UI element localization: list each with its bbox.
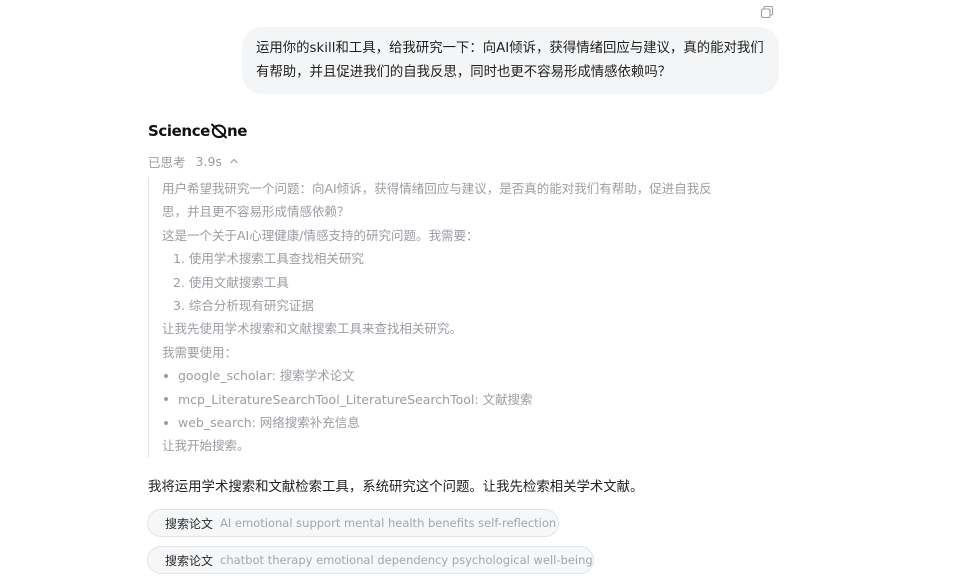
brand-text-right: ne bbox=[226, 122, 248, 140]
thinking-bullet-text: google_scholar: 搜索学术论文 bbox=[178, 368, 355, 384]
thinking-line: 我需要使用： bbox=[162, 344, 238, 360]
thinking-line: 这是一个关于AI心理健康/情感支持的研究问题。我需要： bbox=[162, 227, 479, 243]
user-message-line-1: 运用你的skill和工具，给我研究一下：向AI倾诉，获得情绪回应与建议，真的能对… bbox=[256, 41, 764, 56]
thinking-numbered-item: 3. 综合分析现有研究证据 bbox=[173, 298, 314, 314]
assistant-brand-logo: Science ne bbox=[148, 120, 247, 142]
thinking-numbered-item: 1. 使用学术搜索工具查找相关研究 bbox=[173, 251, 364, 267]
search-chip-label: 搜索论文 bbox=[165, 516, 214, 531]
chevron-up-icon bbox=[230, 158, 238, 164]
thinking-bullet-text: web_search: 网络搜索补充信息 bbox=[178, 415, 360, 431]
thinking-bullet-item: web_search: 网络搜索补充信息 bbox=[162, 411, 802, 434]
thinking-duration: 3.9s bbox=[195, 153, 222, 169]
copy-icon[interactable] bbox=[760, 5, 774, 19]
thinking-bullet-item: google_scholar: 搜索学术论文 bbox=[162, 364, 802, 387]
user-message-line-2: 有帮助，并且促进我们的自我反思，同时也更不容易形成情感依赖吗？ bbox=[256, 65, 672, 80]
bullet-dot-icon bbox=[164, 397, 168, 402]
bullet-dot-icon bbox=[164, 373, 168, 378]
brand-q-mark-icon bbox=[210, 123, 227, 139]
brand-text-left: Science bbox=[148, 122, 210, 140]
search-paper-chip[interactable]: 搜索论文 AI emotional support mental health … bbox=[147, 509, 559, 537]
thinking-numbered-item: 2. 使用文献搜索工具 bbox=[173, 274, 289, 290]
search-chip-query: AI emotional support mental health benef… bbox=[220, 516, 557, 530]
user-message-bubble: 运用你的skill和工具，给我研究一下：向AI倾诉，获得情绪回应与建议，真的能对… bbox=[242, 27, 779, 94]
search-chip-query: chatbot therapy emotional dependency psy… bbox=[220, 553, 593, 567]
bullet-dot-icon bbox=[164, 420, 168, 425]
thinking-label: 已思考 bbox=[148, 154, 186, 170]
thinking-line: 用户希望我研究一个问题：向AI倾诉，获得情绪回应与建议，是否真的能对我们有帮助，… bbox=[162, 181, 712, 196]
thinking-bullet-item: mcp_LiteratureSearchTool_LiteratureSearc… bbox=[162, 388, 802, 411]
search-chip-label: 搜索论文 bbox=[165, 553, 214, 568]
thinking-line: 让我开始搜索。 bbox=[162, 438, 250, 454]
thinking-bullet-text: mcp_LiteratureSearchTool_LiteratureSearc… bbox=[178, 391, 533, 407]
assistant-answer-text: 我将运用学术搜索和文献检索工具，系统研究这个问题。让我先检索相关学术文献。 bbox=[148, 480, 644, 495]
thinking-line: 让我先使用学术搜索和文献搜索工具来查找相关研究。 bbox=[162, 321, 463, 337]
thinking-content: 用户希望我研究一个问题：向AI倾诉，获得情绪回应与建议，是否真的能对我们有帮助，… bbox=[148, 177, 802, 458]
thinking-line: 思，并且更不容易形成情感依赖？ bbox=[162, 204, 350, 220]
thinking-toggle[interactable]: 已思考 3.9s bbox=[148, 150, 239, 172]
search-paper-chip[interactable]: 搜索论文 chatbot therapy emotional dependenc… bbox=[147, 546, 594, 574]
